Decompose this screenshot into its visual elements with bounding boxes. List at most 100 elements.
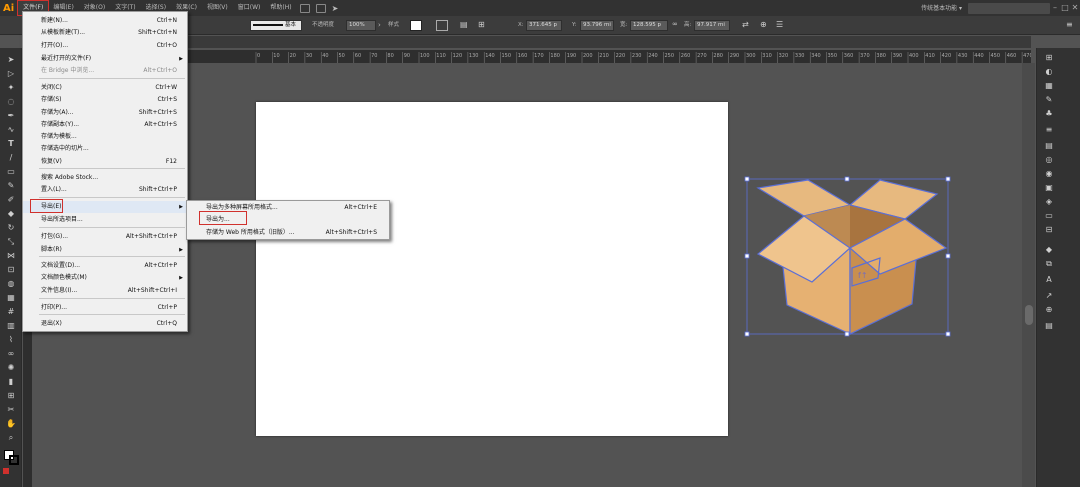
rectangle-tool-icon[interactable]: ▭ [3, 166, 19, 178]
curvature-tool-icon[interactable]: ∿ [3, 124, 19, 136]
menu-view[interactable]: 视图(V) [202, 1, 233, 15]
control-bar-menu-icon[interactable]: ≡ [1066, 20, 1076, 31]
slice-tool-icon[interactable]: ✂ [3, 404, 19, 416]
arrange-documents-icon[interactable] [315, 3, 326, 13]
swatches-icon[interactable]: ▦ [1042, 80, 1056, 91]
perspective-grid-tool-icon[interactable]: ▦ [3, 292, 19, 304]
search-input[interactable] [968, 3, 1050, 14]
appearance-icon[interactable]: ◉ [1042, 168, 1056, 179]
send-icon[interactable]: ➤ [332, 4, 339, 13]
lasso-tool-icon[interactable]: ◌ [3, 96, 19, 108]
file-menu-item[interactable]: 打开(O)... Ctrl+O [23, 40, 187, 52]
isolate-icon[interactable]: ⊕ [760, 20, 770, 31]
panel-menu-icon[interactable]: ☰ [776, 20, 786, 31]
graphic-style-swatch[interactable] [410, 20, 422, 31]
file-menu-item[interactable]: 最近打开的文件(F) ▶ [23, 53, 187, 65]
color-guide-icon[interactable]: ◐ [1042, 66, 1056, 77]
file-menu-item[interactable]: 打包(G)... Alt+Shift+Ctrl+P [23, 231, 187, 243]
links-icon[interactable]: ↗ [1042, 290, 1056, 301]
file-menu-item[interactable]: 存储选中的切片... [23, 143, 187, 155]
file-menu-item[interactable]: 文档设置(D)... Alt+Ctrl+P [23, 260, 187, 272]
file-menu-item[interactable]: 退出(X) Ctrl+Q [23, 318, 187, 330]
y-input[interactable]: 93.796 mi [580, 20, 614, 31]
file-menu-item[interactable]: 导出所选项目... [23, 214, 187, 226]
minimize-icon[interactable]: – [1050, 2, 1060, 14]
properties-icon[interactable]: ⊞ [1042, 52, 1056, 63]
file-menu-item[interactable]: 从模板新建(T)... Shift+Ctrl+N [23, 27, 187, 39]
symbol-sprayer-tool-icon[interactable]: ✺ [3, 362, 19, 374]
close-icon[interactable]: ✕ [1070, 2, 1080, 14]
export-submenu-item[interactable]: 存储为 Web 所用格式（旧版）... Alt+Shift+Ctrl+S [187, 227, 389, 239]
file-menu-item[interactable]: 存储(S) Ctrl+S [23, 94, 187, 106]
file-menu-item[interactable]: 置入(L)... Shift+Ctrl+P [23, 184, 187, 196]
pathfinder-icon[interactable]: ◆ [1042, 244, 1056, 255]
file-menu-item[interactable]: 文件信息(I)... Alt+Shift+Ctrl+I [23, 285, 187, 297]
type-tool-icon[interactable]: T [3, 138, 19, 150]
character-icon[interactable]: A [1042, 274, 1056, 285]
file-menu-item[interactable]: 搜索 Adobe Stock... [23, 172, 187, 184]
stroke-icon[interactable]: ≡ [1042, 124, 1056, 135]
artboard-tool-icon[interactable]: ⊞ [3, 390, 19, 402]
paintbrush-tool-icon[interactable]: ✎ [3, 180, 19, 192]
scale-tool-icon[interactable]: ⤡ [3, 236, 19, 248]
align-icon[interactable]: ▤ [460, 20, 470, 31]
gradient-tool-icon[interactable]: ▥ [3, 320, 19, 332]
recolor-icon[interactable] [436, 20, 448, 31]
artboard[interactable] [256, 102, 728, 436]
file-menu-item[interactable]: 恢复(V) F12 [23, 156, 187, 168]
stroke-swatch[interactable] [9, 455, 19, 465]
eyedropper-tool-icon[interactable]: ⌇ [3, 334, 19, 346]
hand-tool-icon[interactable]: ✋ [3, 418, 19, 430]
mesh-tool-icon[interactable]: # [3, 306, 19, 318]
width-input[interactable]: 128.595 p [630, 20, 668, 31]
column-graph-tool-icon[interactable]: ▮ [3, 376, 19, 388]
scrollbar-thumb[interactable] [1025, 305, 1033, 325]
eraser-tool-icon[interactable]: ◆ [3, 208, 19, 220]
menu-window[interactable]: 窗口(W) [233, 1, 266, 15]
maximize-icon[interactable]: □ [1060, 2, 1070, 14]
transform-icon[interactable]: ⊞ [478, 20, 488, 31]
shape-builder-tool-icon[interactable]: ◍ [3, 278, 19, 290]
height-input[interactable]: 97.917 mi [694, 20, 730, 31]
rotate-tool-icon[interactable]: ↻ [3, 222, 19, 234]
asset-export-icon[interactable]: ▤ [1042, 320, 1056, 331]
opacity-input[interactable]: 100% [346, 20, 376, 31]
align-panel-icon[interactable]: ⊟ [1042, 224, 1056, 235]
file-menu-item[interactable]: 关闭(C) Ctrl+W [23, 82, 187, 94]
direct-selection-tool-icon[interactable]: ▷ [3, 68, 19, 80]
gradient-icon[interactable]: ▤ [1042, 140, 1056, 151]
file-menu-item[interactable]: 存储为模板... [23, 131, 187, 143]
artboards-icon[interactable]: ▭ [1042, 210, 1056, 221]
stroke-profile-select[interactable]: 基本 [250, 20, 302, 31]
transform-panel-icon[interactable]: ⧉ [1042, 258, 1056, 269]
brushes-icon[interactable]: ✎ [1042, 94, 1056, 105]
link-icon[interactable]: ∞ [672, 20, 680, 31]
layers-icon[interactable]: ◈ [1042, 196, 1056, 207]
bridge-icon[interactable] [299, 3, 310, 13]
transform-options-icon[interactable]: ⇄ [742, 20, 752, 31]
selection-tool-icon[interactable]: ➤ [3, 54, 19, 66]
box-illustration[interactable]: f↑ [740, 172, 956, 342]
shaper-tool-icon[interactable]: ✐ [3, 194, 19, 206]
file-menu-item[interactable]: 新建(N)... Ctrl+N [23, 15, 187, 27]
free-transform-tool-icon[interactable]: ⊡ [3, 264, 19, 276]
vertical-scrollbar[interactable] [1022, 63, 1035, 487]
workspace-switcher[interactable]: 传统基本功能 ▾ [887, 3, 962, 14]
x-input[interactable]: 371.645 p [526, 20, 562, 31]
graphic-styles-icon[interactable]: ▣ [1042, 182, 1056, 193]
line-tool-icon[interactable]: / [3, 152, 19, 164]
menu-help[interactable]: 帮助(H) [265, 1, 296, 15]
file-menu-item[interactable]: 打印(P)... Ctrl+P [23, 302, 187, 314]
file-menu-item[interactable]: 文档颜色模式(M) ▶ [23, 272, 187, 284]
file-menu-item[interactable]: 存储副本(Y)... Alt+Ctrl+S [23, 119, 187, 131]
width-tool-icon[interactable]: ⋈ [3, 250, 19, 262]
file-menu-item[interactable]: 脚本(R) ▶ [23, 244, 187, 256]
magic-wand-tool-icon[interactable]: ✦ [3, 82, 19, 94]
opacity-arrow-icon[interactable]: › [378, 21, 386, 30]
symbols-icon[interactable]: ♣ [1042, 108, 1056, 119]
none-swatch-icon[interactable] [3, 468, 9, 474]
transparency-icon[interactable]: ◎ [1042, 154, 1056, 165]
file-menu-item[interactable]: 存储为(A)... Shift+Ctrl+S [23, 107, 187, 119]
image-trace-icon[interactable]: ⊕ [1042, 304, 1056, 315]
blend-tool-icon[interactable]: ∞ [3, 348, 19, 360]
